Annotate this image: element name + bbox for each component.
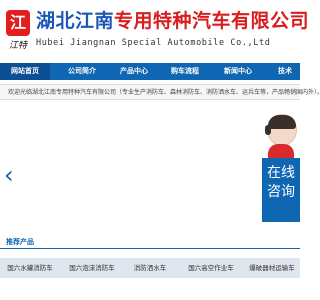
product-list: 国六水罐消防车 国六泡沫消防车 消防洒水车 国六高空作业车 爆破器材运输车 [0, 258, 300, 278]
headset-icon [265, 125, 271, 135]
logo-mark: 江 [6, 10, 30, 36]
product-item[interactable]: 爆破器材运输车 [244, 258, 300, 278]
nav-item-about[interactable]: 公司简介 [54, 63, 110, 80]
online-consult-widget[interactable]: 在线 咨询 [262, 108, 300, 222]
company-name: 湖北江南专用特种汽车有限公司 [36, 10, 309, 32]
section-title: 推荐产品 [6, 238, 34, 246]
nav-item-purchase-process[interactable]: 购车流程 [157, 63, 213, 80]
service-avatar [265, 114, 297, 146]
product-item[interactable]: 国六水罐消防车 [0, 258, 60, 278]
company-name-rest: 专用特种汽车有限公司 [114, 10, 310, 32]
nav-item-home[interactable]: 网站首页 [0, 63, 50, 80]
nav-item-products[interactable]: 产品中心 [106, 63, 162, 80]
recommended-products-header: 推荐产品 [0, 236, 300, 249]
avatar-hair [268, 115, 296, 129]
site-header: 江 江特 湖北江南专用特种汽车有限公司 Hubei Jiangnan Speci… [0, 0, 309, 58]
consult-label-line1: 在线 [267, 165, 295, 181]
product-item[interactable]: 消防洒水车 [122, 258, 178, 278]
logo-script-text: 江特 [8, 41, 27, 51]
company-name-en: Hubei Jiangnan Special Automobile Co.,Lt… [36, 38, 271, 48]
nav-item-tech[interactable]: 技术 [278, 63, 308, 80]
company-logo[interactable]: 江 江特 [4, 8, 32, 52]
welcome-text: 欢迎光临湖北江南专用特种汽车有限公司（专业生产消防车、森林消防车、消防洒水车、运… [8, 89, 320, 96]
consult-label-line2: 咨询 [267, 184, 295, 200]
product-item[interactable]: 国六泡沫消防车 [62, 258, 122, 278]
carousel-prev-arrow-icon[interactable]: ‹ [4, 163, 14, 187]
nav-item-news[interactable]: 新闻中心 [210, 63, 266, 80]
product-item[interactable]: 国六高空作业车 [180, 258, 242, 278]
welcome-notice: 欢迎光临湖北江南专用特种汽车有限公司（专业生产消防车、森林消防车、消防洒水车、运… [0, 84, 320, 100]
online-consult-button[interactable]: 在线 咨询 [262, 158, 300, 222]
company-name-prefix: 湖北江南 [36, 10, 115, 32]
main-nav: 网站首页 公司简介 产品中心 购车流程 新闻中心 技术 [0, 63, 300, 80]
